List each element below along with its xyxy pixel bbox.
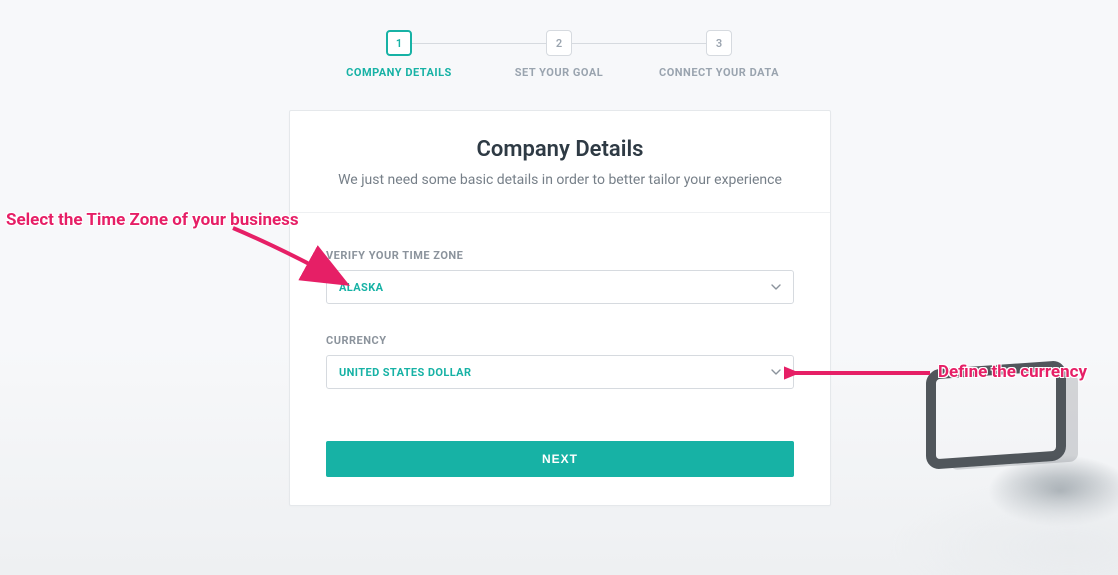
- currency-field: CURRENCY UNITED STATES DOLLAR: [326, 334, 794, 389]
- step-label: SET YOUR GOAL: [515, 66, 603, 79]
- step-number: 3: [706, 30, 732, 56]
- step-company-details[interactable]: 1 COMPANY DETAILS: [319, 30, 479, 79]
- annotation-timezone: Select the Time Zone of your business: [6, 210, 299, 230]
- step-set-your-goal[interactable]: 2 SET YOUR GOAL: [479, 30, 639, 79]
- step-number: 1: [386, 30, 412, 56]
- onboarding-stepper: 1 COMPANY DETAILS 2 SET YOUR GOAL 3 CONN…: [319, 30, 799, 79]
- currency-value: UNITED STATES DOLLAR: [339, 366, 471, 379]
- chevron-down-icon: [771, 367, 781, 377]
- step-connect-your-data[interactable]: 3 CONNECT YOUR DATA: [639, 30, 799, 79]
- step-connector: [399, 43, 559, 44]
- card-subtitle: We just need some basic details in order…: [326, 172, 794, 188]
- annotation-currency: Define the currency: [938, 362, 1087, 382]
- timezone-field: VERIFY YOUR TIME ZONE ALASKA: [326, 249, 794, 304]
- currency-select[interactable]: UNITED STATES DOLLAR: [326, 355, 794, 389]
- timezone-label: VERIFY YOUR TIME ZONE: [326, 249, 794, 262]
- chevron-down-icon: [771, 282, 781, 292]
- step-connector: [559, 43, 719, 44]
- step-number: 2: [546, 30, 572, 56]
- step-label: COMPANY DETAILS: [346, 66, 452, 79]
- timezone-select[interactable]: ALASKA: [326, 270, 794, 304]
- background-glasses: [926, 360, 1066, 470]
- card-body: VERIFY YOUR TIME ZONE ALASKA CURRENCY UN…: [290, 213, 830, 505]
- company-details-card: Company Details We just need some basic …: [289, 110, 831, 506]
- card-title: Company Details: [326, 137, 794, 162]
- step-label: CONNECT YOUR DATA: [659, 66, 779, 79]
- timezone-value: ALASKA: [339, 281, 383, 294]
- card-header: Company Details We just need some basic …: [290, 111, 830, 213]
- currency-label: CURRENCY: [326, 334, 794, 347]
- next-button[interactable]: NEXT: [326, 441, 794, 477]
